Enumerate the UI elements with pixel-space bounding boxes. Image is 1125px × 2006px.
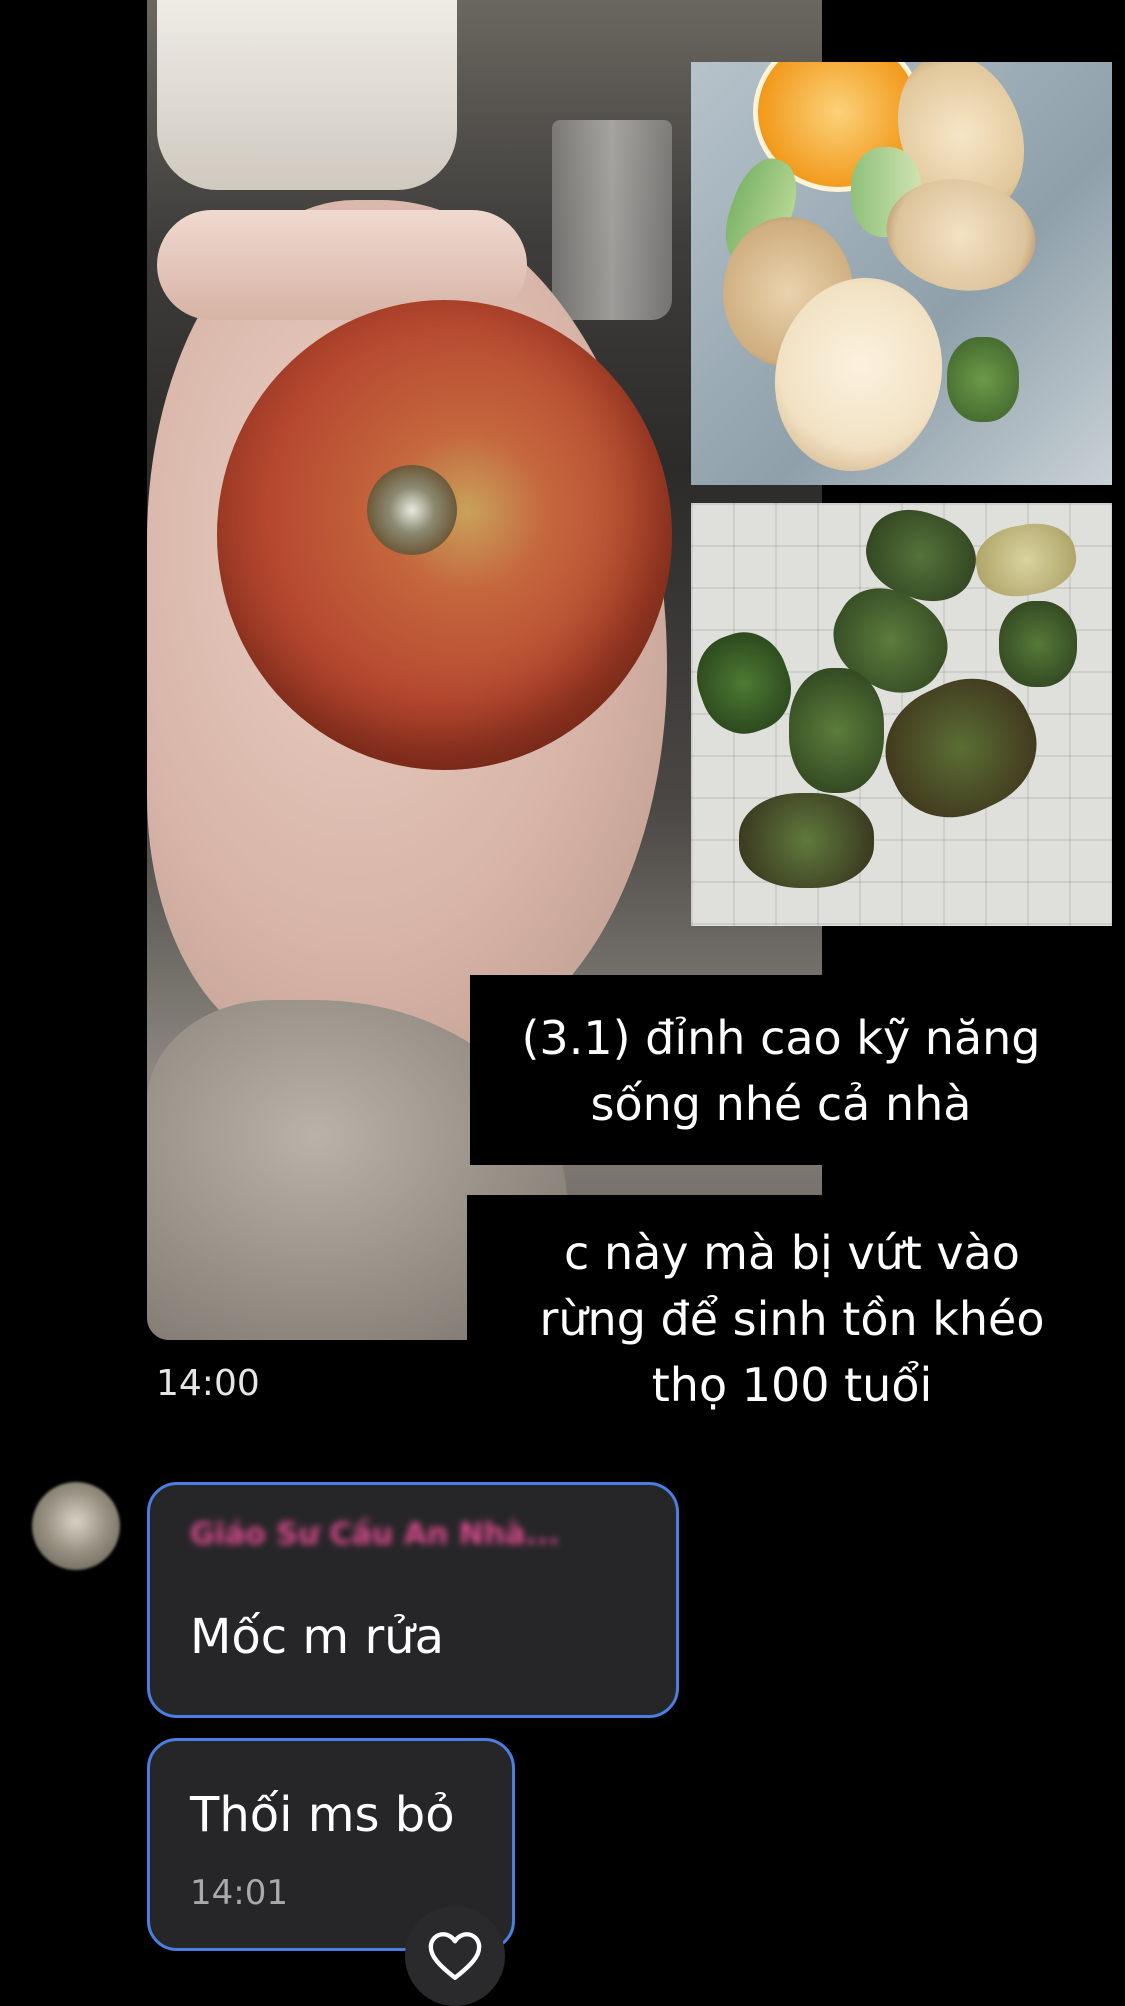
message-bubble[interactable]: Giáo Sư Cầu An Nhà... Mốc m rửa bbox=[147, 1482, 679, 1718]
message-text: Mốc m rửa bbox=[190, 1609, 445, 1665]
apple-core-shape bbox=[367, 465, 457, 555]
moldy-guava-photo[interactable] bbox=[691, 503, 1112, 926]
avatar[interactable] bbox=[32, 1482, 120, 1570]
sender-name[interactable]: Giáo Sư Cầu An Nhà... bbox=[190, 1517, 560, 1552]
cup-shape bbox=[157, 0, 457, 190]
heart-icon bbox=[428, 1932, 482, 1980]
guava-fruit bbox=[789, 668, 884, 793]
message-text: Thối ms bỏ bbox=[190, 1787, 455, 1843]
reaction-button[interactable] bbox=[405, 1906, 505, 2006]
guava-fruit bbox=[970, 516, 1082, 604]
guava-fruit bbox=[947, 337, 1019, 422]
cut-fruit-photo[interactable] bbox=[691, 62, 1112, 485]
guava-fruit bbox=[739, 793, 874, 888]
glass-shape bbox=[552, 120, 672, 320]
message-timestamp: 14:01 bbox=[190, 1873, 288, 1913]
post-caption-2: c này mà bị vứt vào rừng để sinh tồn khé… bbox=[467, 1195, 1117, 1415]
post-caption-1: (3.1) đỉnh cao kỹ năng sống nhé cả nhà bbox=[470, 975, 1092, 1165]
post-timestamp: 14:00 bbox=[156, 1363, 260, 1404]
guava-fruit bbox=[691, 620, 804, 746]
guava-fruit bbox=[999, 601, 1077, 687]
